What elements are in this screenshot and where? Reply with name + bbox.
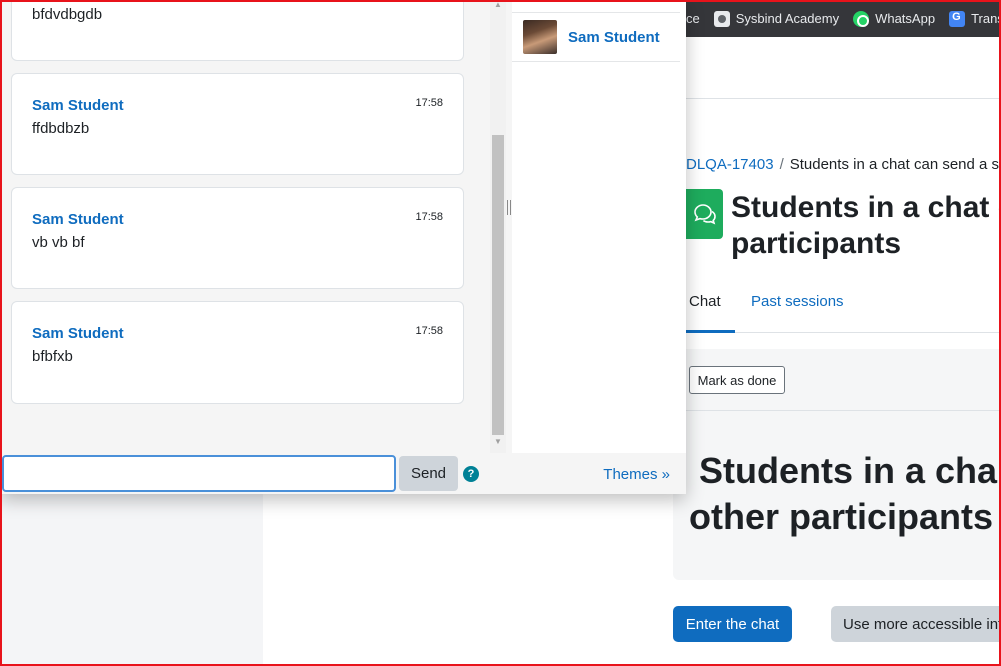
chat-popup-window: bfdvdbgdb Sam Student 17:58 ffdbdbzb Sam… <box>0 0 686 494</box>
enter-chat-button[interactable]: Enter the chat <box>673 606 792 642</box>
bookmark-partial[interactable]: ce <box>686 11 700 26</box>
message-author[interactable]: Sam Student <box>32 325 124 342</box>
scroll-up-arrow-icon[interactable]: ▲ <box>494 0 502 9</box>
breadcrumb: DLQA-17403 / Students in a chat can send a… <box>686 156 1001 173</box>
message-text: bfdvdbgdb <box>32 6 103 23</box>
tab-chat[interactable]: Chat <box>689 293 721 310</box>
user-name[interactable]: Sam Student <box>568 29 660 46</box>
scroll-down-arrow-icon[interactable]: ▼ <box>494 437 502 446</box>
intro-heading-line1: Students in a cha <box>699 450 998 491</box>
chat-message: Sam Student 17:58 bfbfxb <box>11 301 464 404</box>
message-time: 17:58 <box>415 97 443 109</box>
message-time: 17:58 <box>415 325 443 337</box>
bookmark-label: WhatsApp <box>875 11 936 26</box>
intro-heading-line2: other participants <box>689 496 994 537</box>
bookmark-label: Sysbind Academy <box>735 11 840 26</box>
bookmark-label: ce <box>686 11 700 26</box>
bookmark-sysbind-academy[interactable]: Sysbind Academy <box>713 10 840 27</box>
content-divider <box>686 410 1001 411</box>
bookmark-whatsapp[interactable]: WhatsApp <box>853 10 936 27</box>
chat-activity-icon <box>686 189 723 239</box>
tab-active-indicator <box>686 330 735 333</box>
breadcrumb-course-link[interactable]: DLQA-17403 <box>686 156 774 173</box>
message-author[interactable]: Sam Student <box>32 97 124 114</box>
sysbind-icon <box>713 10 730 27</box>
activity-tabs: Chat Past sessions <box>686 288 1001 333</box>
chat-message: Sam Student 17:58 vb vb bf <box>11 187 464 289</box>
messages-scrollbar[interactable]: ▲ ▼ <box>490 0 506 453</box>
splitter-grip-icon[interactable] <box>507 200 511 215</box>
chat-message: Sam Student 17:58 ffdbdbzb <box>11 73 464 175</box>
messages-pane: bfdvdbgdb Sam Student 17:58 ffdbdbzb Sam… <box>0 0 490 453</box>
mark-as-done-button[interactable]: Mark as done <box>689 366 785 394</box>
message-text: ffdbdbzb <box>32 120 90 137</box>
bookmark-translate[interactable]: Transla <box>949 10 1001 27</box>
page-title: Students in a chat c participants <box>731 190 1001 262</box>
message-text: bfbfxb <box>32 348 73 365</box>
users-pane: Sam Student <box>512 0 686 453</box>
themes-link[interactable]: Themes » <box>603 466 670 483</box>
chat-bubbles-icon <box>693 204 716 225</box>
message-text: vb vb bf <box>32 234 85 251</box>
message-time: 17:58 <box>415 211 443 223</box>
bookmark-label: Transla <box>971 11 1001 26</box>
message-input[interactable] <box>2 455 396 492</box>
breadcrumb-separator: / <box>779 156 784 173</box>
chat-input-bar: Send ? Themes » <box>0 453 686 494</box>
google-translate-icon <box>949 10 966 27</box>
send-button[interactable]: Send <box>399 456 458 491</box>
message-author[interactable]: Sam Student <box>32 211 124 228</box>
breadcrumb-current: Students in a chat can send a so <box>789 156 1001 173</box>
help-icon[interactable]: ? <box>463 466 479 482</box>
intro-heading: Students in a cha other participants <box>689 448 1001 540</box>
page-title-line1: Students in a chat c <box>731 191 1001 224</box>
tab-past-sessions[interactable]: Past sessions <box>751 293 844 310</box>
user-list-item[interactable]: Sam Student <box>512 12 680 62</box>
scrollbar-thumb[interactable] <box>492 135 504 435</box>
accessible-interface-button[interactable]: Use more accessible int <box>831 606 1001 642</box>
bookmarks-bar: ce Sysbind Academy WhatsApp Transla <box>686 0 1001 37</box>
chat-message: bfdvdbgdb <box>11 0 464 61</box>
whatsapp-icon <box>853 10 870 27</box>
navbar-divider <box>686 98 1001 99</box>
avatar <box>523 20 557 54</box>
page-title-line2: participants <box>731 227 902 260</box>
